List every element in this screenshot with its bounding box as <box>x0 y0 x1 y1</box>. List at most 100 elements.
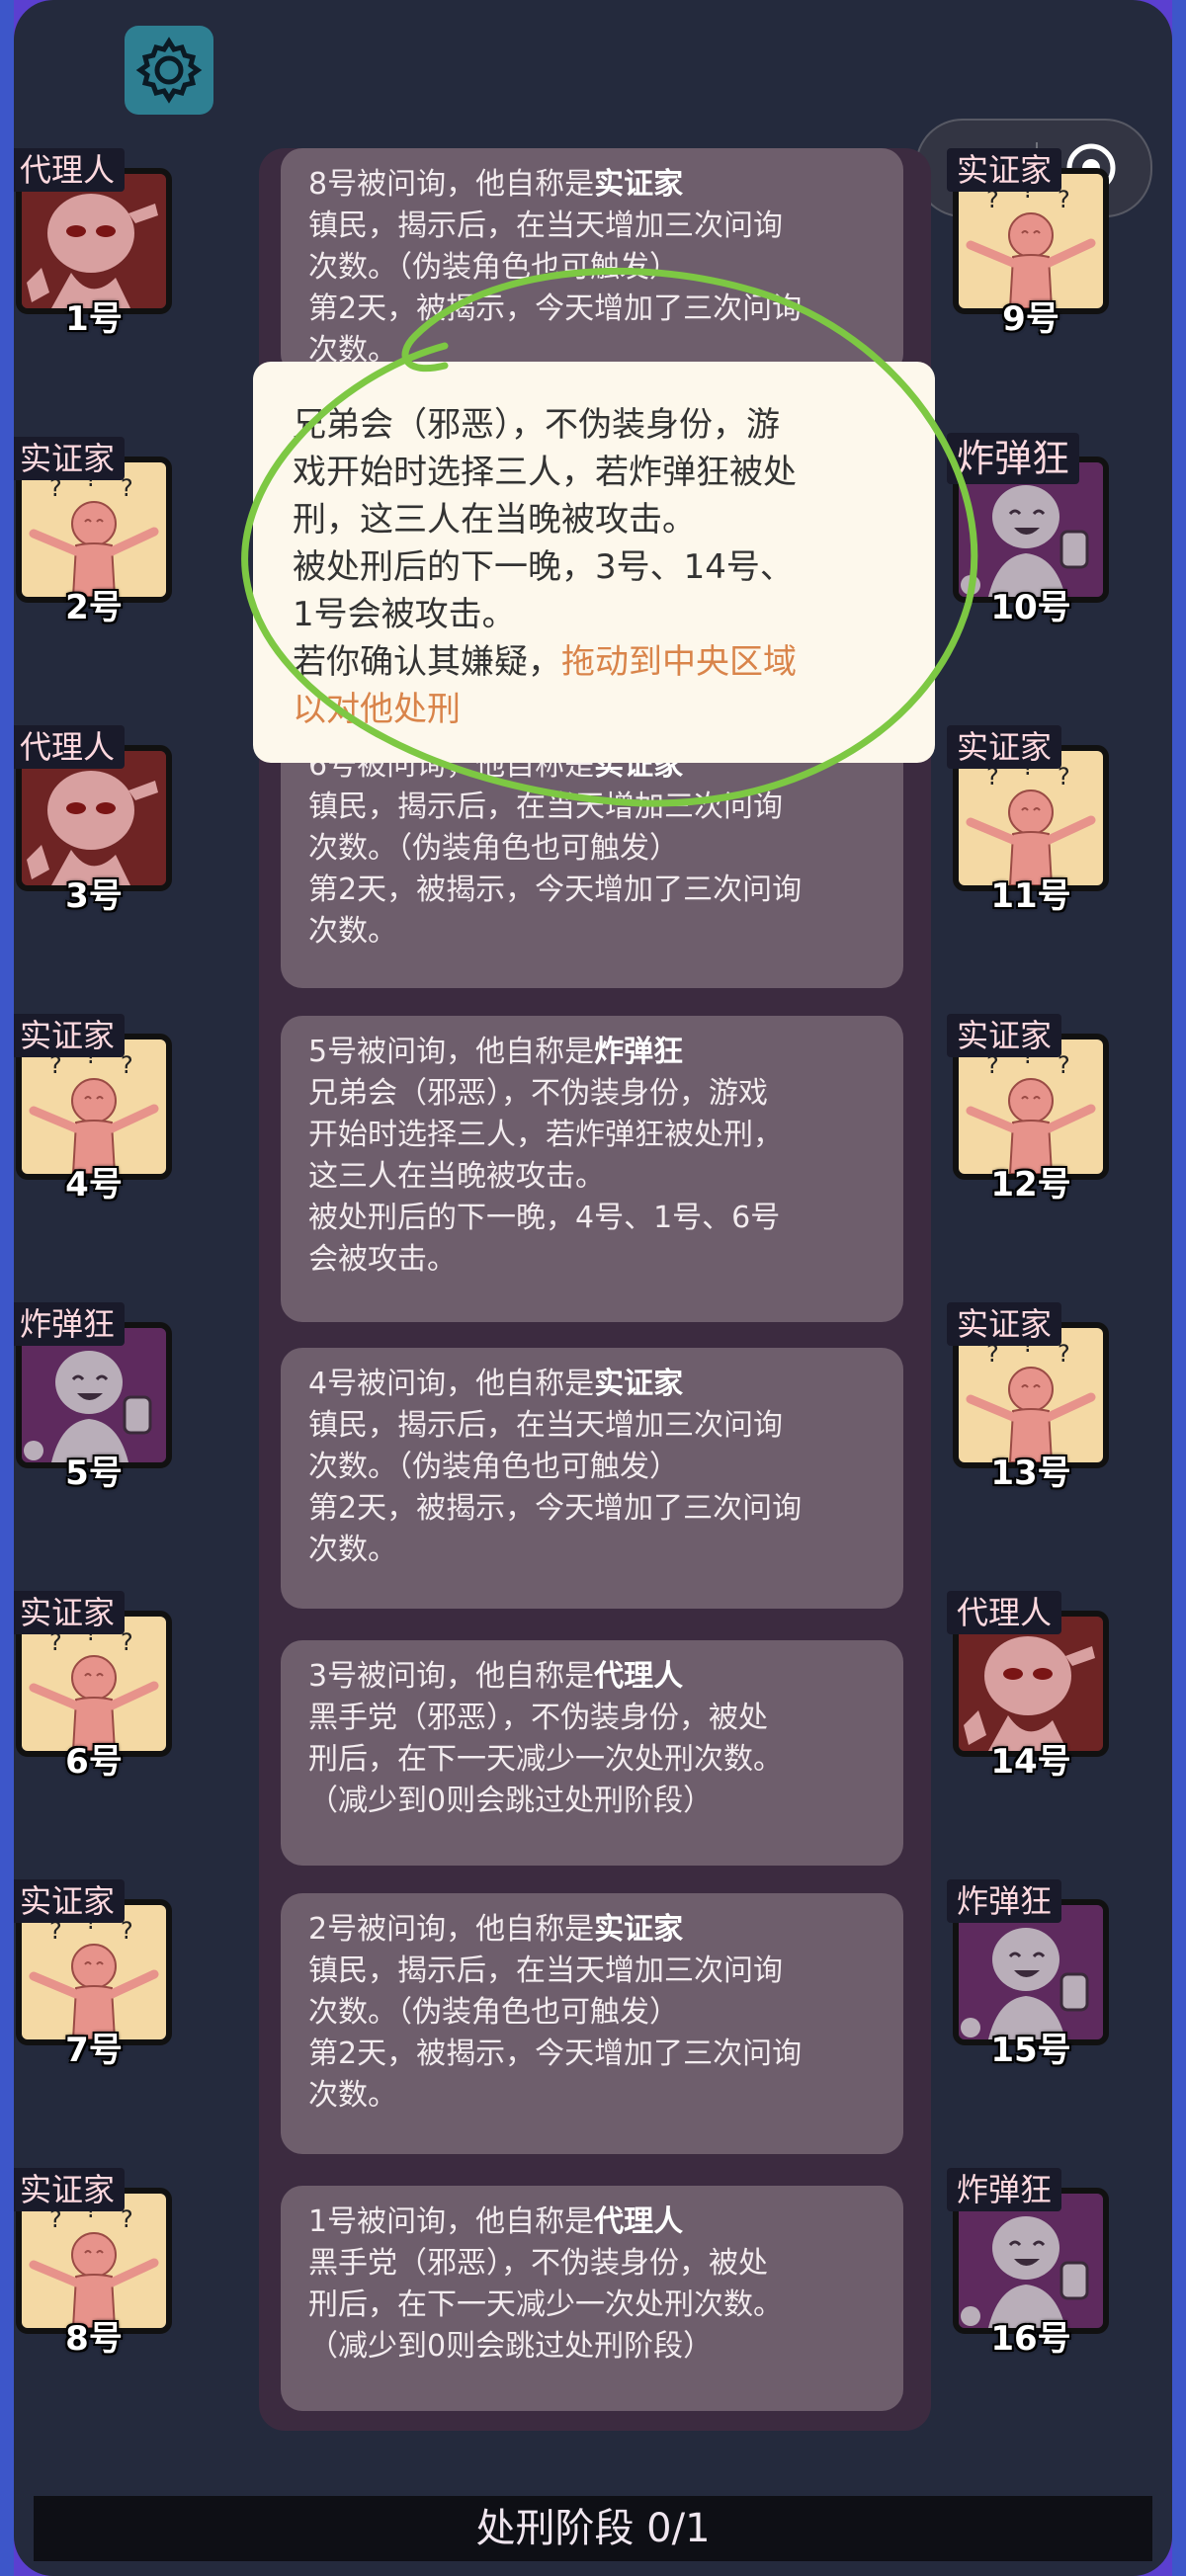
log-line: 第2天，被揭示，今天增加了三次问询 <box>308 873 803 907</box>
log-line: 次数。（伪装角色也可触发） <box>308 831 679 866</box>
player-number: 15号 <box>990 2031 1071 2070</box>
player-number: 9号 <box>1002 299 1059 339</box>
player-number: 3号 <box>65 876 123 916</box>
role-label: 实证家 <box>947 1302 1062 1346</box>
empiricist-portrait: ??? <box>959 751 1103 885</box>
log-line: 第2天，被揭示，今天增加了三次问询 <box>308 291 803 326</box>
player-card[interactable]: ???实证家 12号 <box>947 1014 1109 1205</box>
log-entry: 6号被问询，他自称是实证家 镇民，揭示后，在当天增加三次问询 次数。（伪装角色也可触… <box>281 729 903 988</box>
log-entry: 8号被问询，他自称是实证家 镇民，揭示后，在当天增加三次问询 次数。（伪装角色也可触… <box>281 148 903 375</box>
player-card[interactable]: 炸弹狂 10号 <box>947 433 1109 627</box>
log-header: 8号被问询，他自称是实证家 <box>308 164 876 206</box>
log-line: 刑后，在下一天减少一次处刑次数。 <box>308 1742 783 1777</box>
bomber-portrait <box>959 1905 1103 2039</box>
phase-label: 处刑阶段 0/1 <box>475 2506 711 2551</box>
role-label: 实证家 <box>10 437 126 480</box>
log-line: 刑后，在下一天减少一次处刑次数。 <box>308 2287 783 2322</box>
player-card[interactable]: ???实证家 7号 <box>10 1879 172 2070</box>
player-card[interactable]: ???实证家 6号 <box>10 1591 172 1782</box>
agent-portrait <box>959 1617 1103 1751</box>
log-line: 兄弟会（邪恶），不伪装身份，游戏 <box>308 1076 768 1111</box>
empiricist-portrait: ??? <box>959 1328 1103 1462</box>
agent-portrait <box>22 751 166 885</box>
log-line: 第2天，被揭示，今天增加了三次问询 <box>308 1491 803 1526</box>
log-line: 次数。（伪装角色也可触发） <box>308 250 679 285</box>
role-label: 代理人 <box>10 725 126 769</box>
tooltip-hint-action: 拖动到中央区域 <box>561 642 797 682</box>
log-line: 次数。 <box>308 2078 397 2113</box>
empiricist-portrait: ??? <box>959 1039 1103 1174</box>
log-intro: 5号被问询，他自称是 <box>308 1035 595 1069</box>
role-label: 实证家 <box>10 2168 126 2211</box>
agent-portrait <box>22 174 166 308</box>
tooltip-line: 被处刑后的下一晚，3号、14号、 <box>293 547 794 587</box>
tooltip-hint-prefix: 若你确认其嫌疑， <box>293 642 561 682</box>
log-line: 次数。 <box>308 1533 397 1567</box>
role-tooltip: 兄弟会（邪恶），不伪装身份，游 戏开始时选择三人，若炸弹狂被处 刑，这三人在当晚… <box>253 362 935 763</box>
log-intro: 2号被问询，他自称是 <box>308 1912 595 1947</box>
log-intro: 8号被问询，他自称是 <box>308 167 595 202</box>
log-claim: 代理人 <box>594 2204 684 2239</box>
log-intro: 3号被问询，他自称是 <box>308 1659 595 1694</box>
log-line: 镇民，揭示后，在当天增加三次问询 <box>308 208 783 243</box>
empiricist-portrait: ??? <box>22 2194 166 2328</box>
player-number: 4号 <box>65 1165 123 1205</box>
player-card[interactable]: ???实证家 4号 <box>10 1014 172 1205</box>
log-line: 开始时选择三人，若炸弹狂被处刑， <box>308 1118 783 1152</box>
gear-icon <box>135 37 203 104</box>
role-label: 炸弹狂 <box>947 2168 1062 2211</box>
phase-bar: 处刑阶段 0/1 <box>34 2496 1152 2561</box>
player-card[interactable]: 代理人 1号 <box>10 148 172 339</box>
bomber-portrait <box>22 1328 166 1462</box>
log-line: 镇民，揭示后，在当天增加三次问询 <box>308 1408 783 1443</box>
log-claim: 实证家 <box>594 1367 684 1401</box>
player-number: 2号 <box>65 588 123 627</box>
empiricist-portrait: ??? <box>959 174 1103 308</box>
log-entry: 1号被问询，他自称是代理人 黑手党（邪恶），不伪装身份，被处 刑后，在下一天减少一次… <box>281 2186 903 2411</box>
player-card[interactable]: ???实证家 2号 <box>10 437 172 627</box>
log-intro: 4号被问询，他自称是 <box>308 1367 595 1401</box>
player-card[interactable]: ???实证家 8号 <box>10 2168 172 2359</box>
player-card[interactable]: ???实证家 9号 <box>947 148 1109 339</box>
log-entry: 4号被问询，他自称是实证家 镇民，揭示后，在当天增加三次问询 次数。（伪装角色也可触… <box>281 1348 903 1609</box>
player-number: 6号 <box>65 1742 123 1782</box>
player-number: 7号 <box>65 2031 123 2070</box>
role-label: 代理人 <box>947 1591 1062 1634</box>
log-line: 次数。（伪装角色也可触发） <box>308 1450 679 1484</box>
role-label: 实证家 <box>10 1591 126 1634</box>
player-card[interactable]: 炸弹狂 16号 <box>947 2168 1109 2359</box>
log-intro: 1号被问询，他自称是 <box>308 2204 595 2239</box>
player-number: 14号 <box>990 1742 1071 1782</box>
player-card[interactable]: 代理人 14号 <box>947 1591 1109 1782</box>
empiricist-portrait: ??? <box>22 1039 166 1174</box>
role-label: 炸弹狂 <box>947 1879 1062 1923</box>
log-header: 2号被问询，他自称是实证家 <box>308 1909 876 1951</box>
role-label: 实证家 <box>947 148 1062 192</box>
log-line: 镇民，揭示后，在当天增加三次问询 <box>308 1953 783 1988</box>
player-card[interactable]: 炸弹狂 5号 <box>10 1302 172 1493</box>
tooltip-hint-action: 以对他处刑 <box>293 690 461 729</box>
player-number: 1号 <box>65 299 123 339</box>
log-header: 4号被问询，他自称是实证家 <box>308 1364 876 1405</box>
log-header: 5号被问询，他自称是炸弹狂 <box>308 1032 876 1073</box>
player-card[interactable]: ???实证家 13号 <box>947 1302 1109 1493</box>
player-card[interactable]: 代理人 3号 <box>10 725 172 916</box>
settings-button[interactable] <box>125 26 213 115</box>
log-header: 1号被问询，他自称是代理人 <box>308 2202 876 2243</box>
role-label: 实证家 <box>10 1879 126 1923</box>
log-line: 第2天，被揭示，今天增加了三次问询 <box>308 2036 803 2071</box>
player-number: 5号 <box>65 1454 123 1493</box>
log-entry: 2号被问询，他自称是实证家 镇民，揭示后，在当天增加三次问询 次数。（伪装角色也可触… <box>281 1893 903 2154</box>
log-line: （减少到0则会跳过处刑阶段） <box>308 2329 714 2364</box>
log-line: 会被攻击。 <box>308 1242 457 1277</box>
player-number: 11号 <box>990 876 1071 916</box>
role-label: 实证家 <box>10 1014 126 1057</box>
player-card[interactable]: ???实证家 11号 <box>947 725 1109 916</box>
tooltip-line: 兄弟会（邪恶），不伪装身份，游 <box>293 405 780 445</box>
player-card[interactable]: 炸弹狂 15号 <box>947 1879 1109 2070</box>
log-line: 被处刑后的下一晚，4号、1号、6号 <box>308 1201 781 1235</box>
tooltip-hint: 若你确认其嫌疑，拖动到中央区域 <box>293 638 895 686</box>
tooltip-line: 刑，这三人在当晚被攻击。 <box>293 500 696 540</box>
role-label: 炸弹狂 <box>10 1302 126 1346</box>
role-label: 实证家 <box>947 725 1062 769</box>
